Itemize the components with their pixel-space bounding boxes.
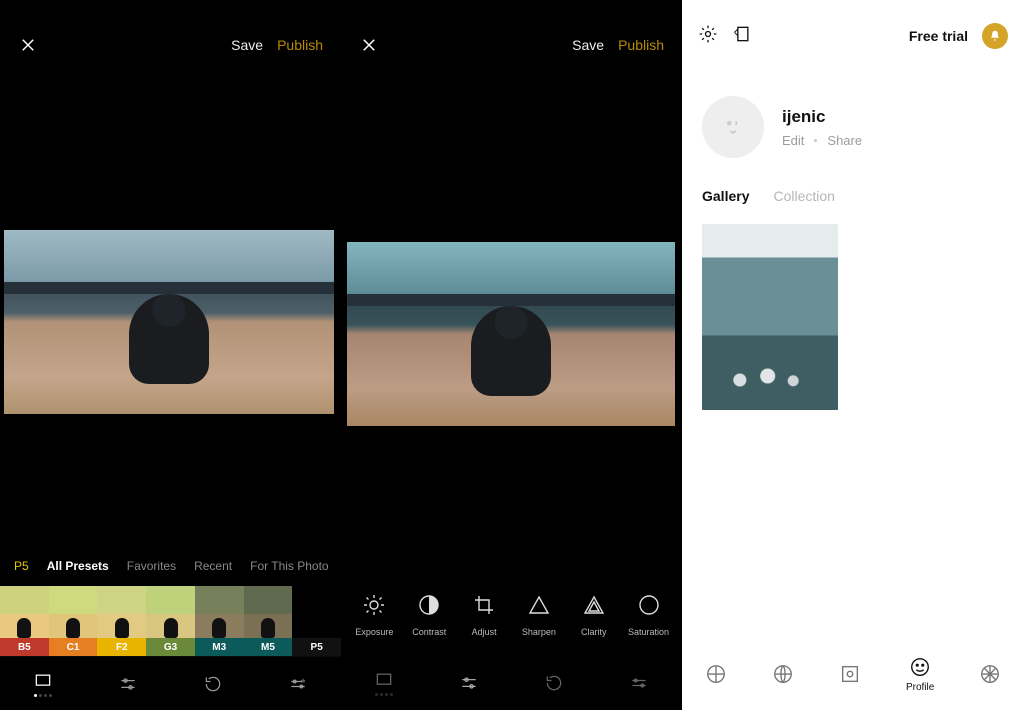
sun-icon <box>362 593 386 619</box>
editor2-bottom-nav <box>341 656 682 710</box>
gallery-photo[interactable] <box>702 224 838 410</box>
tool-clarity[interactable]: Clarity <box>566 593 621 637</box>
contrast-icon <box>417 593 441 619</box>
profile-bottom-nav: Profile <box>682 638 1024 710</box>
adjust-tool-row: Exposure Contrast Adjust Sharpen Clarity… <box>341 574 682 656</box>
edit-profile-link[interactable]: Edit <box>782 133 804 148</box>
nav-profile-icon[interactable]: Profile <box>906 656 934 693</box>
preset-M3[interactable]: M3 <box>195 586 244 656</box>
gallery-grid <box>682 218 1024 638</box>
nav-recipes-icon[interactable] <box>284 666 312 702</box>
preset-F2[interactable]: F2 <box>97 586 146 656</box>
editor2-header: Save Publish <box>341 0 682 90</box>
nav-feed-icon[interactable] <box>705 663 727 685</box>
photo-canvas[interactable] <box>0 90 341 546</box>
separator-dot <box>814 139 817 142</box>
edited-photo <box>347 242 675 426</box>
publish-button[interactable]: Publish <box>277 37 323 53</box>
preset-strip: B5 C1 F2 G3 M3 M5 P5 <box>0 586 341 656</box>
tool-label: Exposure <box>355 627 393 637</box>
preset-category-row: P5 All Presets Favorites Recent For This… <box>0 546 341 586</box>
photo-canvas[interactable] <box>341 90 682 574</box>
editor-adjust-screen: Save Publish Exposure Contrast Adjust <box>341 0 682 710</box>
category-current-preset[interactable]: P5 <box>14 559 29 573</box>
save-button[interactable]: Save <box>572 37 604 53</box>
editor-presets-screen: Save Publish P5 All Presets Favorites Re… <box>0 0 341 710</box>
editor1-bottom-nav <box>0 656 341 710</box>
close-icon[interactable] <box>359 35 379 55</box>
nav-discover-icon[interactable] <box>772 663 794 685</box>
free-trial-button[interactable]: Free trial <box>909 28 968 44</box>
save-button[interactable]: Save <box>231 37 263 53</box>
preset-B5[interactable]: B5 <box>0 586 49 656</box>
tool-label: Saturation <box>628 627 669 637</box>
tool-exposure[interactable]: Exposure <box>347 593 402 637</box>
username: ijenic <box>782 107 862 127</box>
nav-presets-icon[interactable] <box>29 666 57 702</box>
close-icon[interactable] <box>18 35 38 55</box>
triangle-icon <box>527 593 551 619</box>
triangle-outline-icon <box>582 593 606 619</box>
profile-tabs: Gallery Collection <box>682 188 1024 218</box>
notifications-icon[interactable] <box>982 23 1008 49</box>
gear-icon[interactable] <box>698 24 718 49</box>
crop-icon <box>472 593 496 619</box>
nav-presets-icon[interactable] <box>370 665 398 701</box>
profile-info-row: ijenic Edit Share <box>682 72 1024 188</box>
preset-G3[interactable]: G3 <box>146 586 195 656</box>
nav-history-icon[interactable] <box>540 665 568 701</box>
category-all-presets[interactable]: All Presets <box>47 559 109 573</box>
preset-M5[interactable]: M5 <box>244 586 293 656</box>
profile-screen: Free trial ijenic Edit Share Gallery <box>682 0 1024 710</box>
tool-contrast[interactable]: Contrast <box>402 593 457 637</box>
nav-sliders-icon[interactable] <box>455 665 483 701</box>
tool-label: Clarity <box>581 627 607 637</box>
tool-label: Sharpen <box>522 627 556 637</box>
nav-studio-icon[interactable] <box>839 663 861 685</box>
tool-label: Contrast <box>412 627 446 637</box>
nav-shop-icon[interactable] <box>979 663 1001 685</box>
profile-header: Free trial <box>682 0 1024 72</box>
tool-sharpen[interactable]: Sharpen <box>511 593 566 637</box>
category-recent[interactable]: Recent <box>194 559 232 573</box>
preset-P5[interactable]: P5 <box>292 586 341 656</box>
tool-saturation[interactable]: Saturation <box>621 593 676 637</box>
nav-history-icon[interactable] <box>199 666 227 702</box>
avatar[interactable] <box>702 96 764 158</box>
category-favorites[interactable]: Favorites <box>127 559 176 573</box>
edited-photo <box>4 230 334 414</box>
tool-label: Adjust <box>472 627 497 637</box>
tab-gallery[interactable]: Gallery <box>702 188 749 204</box>
nav-recipes-icon[interactable] <box>625 665 653 701</box>
nav-sliders-icon[interactable] <box>114 666 142 702</box>
preset-C1[interactable]: C1 <box>49 586 98 656</box>
tab-collection[interactable]: Collection <box>773 188 834 204</box>
nav-label: Profile <box>906 682 934 693</box>
add-to-device-icon[interactable] <box>732 24 752 49</box>
publish-button[interactable]: Publish <box>618 37 664 53</box>
category-for-this-photo[interactable]: For This Photo <box>250 559 328 573</box>
circle-icon <box>637 593 661 619</box>
share-profile-link[interactable]: Share <box>827 133 862 148</box>
tool-adjust[interactable]: Adjust <box>457 593 512 637</box>
editor1-header: Save Publish <box>0 0 341 90</box>
